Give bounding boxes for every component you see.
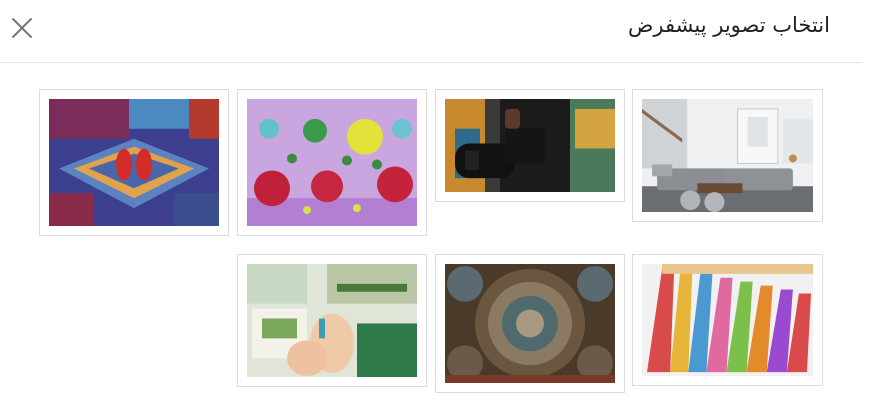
colorful-slippers-photo	[642, 264, 813, 376]
image-option-slippers[interactable]	[632, 254, 823, 386]
living-room-photo	[642, 99, 813, 212]
image-option-living-room[interactable]	[632, 89, 823, 222]
mosque-ceiling-photo	[445, 264, 615, 383]
shoes-on-carpet-photo	[49, 99, 219, 226]
image-option-camera[interactable]	[435, 89, 625, 202]
dialog-title: انتخاب تصویر پیشفرض	[628, 13, 830, 37]
camera-photo	[445, 99, 615, 192]
image-option-crafts[interactable]	[237, 254, 427, 387]
image-option-ceiling[interactable]	[435, 254, 625, 393]
image-option-shoes-carpet[interactable]	[39, 89, 229, 236]
dialog-header: انتخاب تصویر پیشفرض	[0, 0, 862, 63]
floral-fabric-photo	[247, 99, 417, 226]
close-icon[interactable]	[10, 16, 34, 40]
image-option-flowers[interactable]	[237, 89, 427, 236]
paper-crafting-photo	[247, 264, 417, 377]
